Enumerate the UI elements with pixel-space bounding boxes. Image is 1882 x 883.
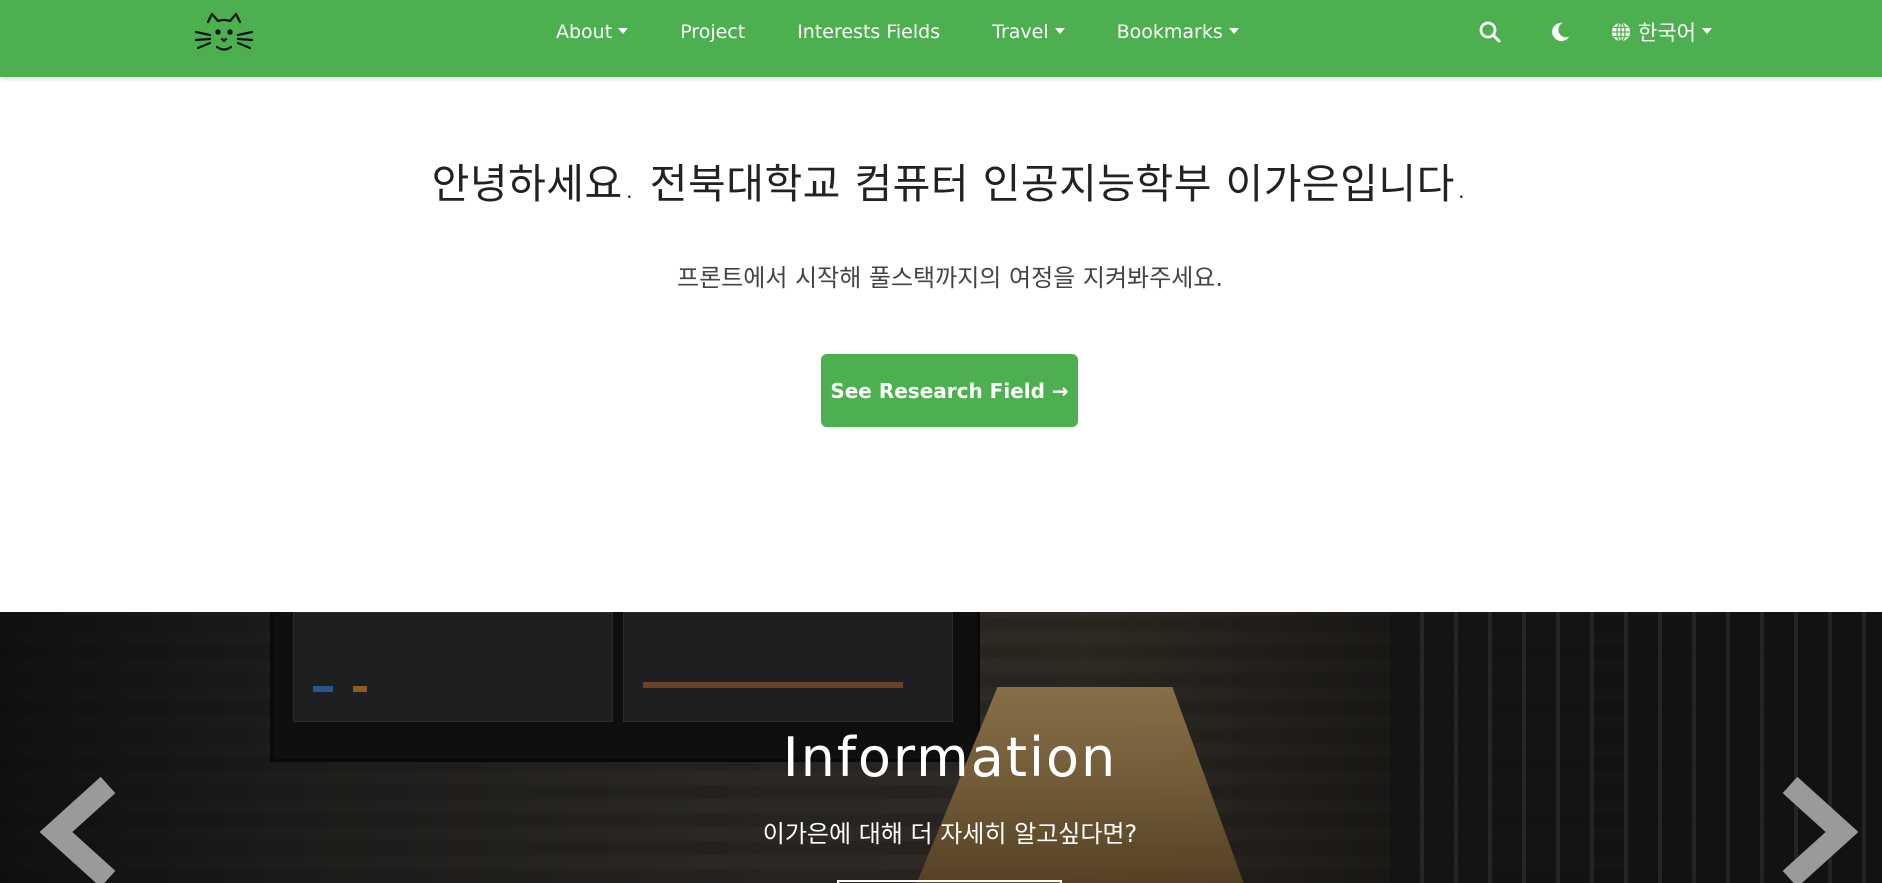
search-button[interactable] bbox=[1470, 12, 1510, 52]
chevron-right-icon bbox=[1782, 776, 1859, 883]
nav-interests-fields[interactable]: Interests Fields bbox=[771, 21, 966, 43]
carousel-next-button[interactable] bbox=[1780, 776, 1860, 883]
nav-about[interactable]: About bbox=[540, 21, 654, 43]
carousel-prev-button[interactable] bbox=[38, 776, 118, 883]
information-carousel: Information 이가은에 대해 더 자세히 알고싶다면? bbox=[0, 612, 1882, 883]
chevron-down-icon bbox=[1054, 28, 1065, 34]
globe-icon bbox=[1611, 22, 1631, 42]
nav-travel[interactable]: Travel bbox=[966, 21, 1090, 43]
top-navbar: About Project Interests Fields Travel Bo… bbox=[0, 0, 1882, 77]
nav-links: About Project Interests Fields Travel Bo… bbox=[540, 0, 1265, 64]
carousel-title: Information bbox=[782, 726, 1118, 789]
nav-about-label: About bbox=[556, 21, 613, 43]
nav-right-tools: 한국어 bbox=[1470, 0, 1712, 64]
nav-project-label: Project bbox=[680, 21, 746, 43]
moon-icon bbox=[1552, 22, 1570, 42]
chevron-left-icon bbox=[39, 776, 116, 883]
language-label: 한국어 bbox=[1638, 21, 1696, 45]
nav-interests-label: Interests Fields bbox=[797, 21, 941, 43]
cat-logo-icon[interactable] bbox=[192, 8, 256, 58]
chevron-down-icon bbox=[618, 28, 629, 34]
carousel-subtitle: 이가은에 대해 더 자세히 알고싶다면? bbox=[762, 820, 1138, 848]
theme-toggle-button[interactable] bbox=[1540, 12, 1580, 52]
nav-travel-label: Travel bbox=[992, 21, 1049, 43]
nav-bookmarks[interactable]: Bookmarks bbox=[1091, 21, 1265, 43]
search-icon bbox=[1479, 21, 1501, 43]
hero-title: 안녕하세요. 전북대학교 컴퓨터 인공지능학부 이가은입니다. bbox=[431, 160, 1469, 208]
chevron-down-icon bbox=[1228, 28, 1239, 34]
language-selector[interactable]: 한국어 bbox=[1610, 17, 1712, 47]
nav-project[interactable]: Project bbox=[654, 21, 771, 43]
see-research-field-button[interactable]: See Research Field → bbox=[821, 354, 1078, 427]
chevron-down-icon bbox=[1701, 28, 1712, 34]
hero-subtitle: 프론트에서 시작해 풀스택까지의 여정을 지켜봐주세요. bbox=[677, 264, 1223, 292]
nav-bookmarks-label: Bookmarks bbox=[1116, 21, 1223, 43]
